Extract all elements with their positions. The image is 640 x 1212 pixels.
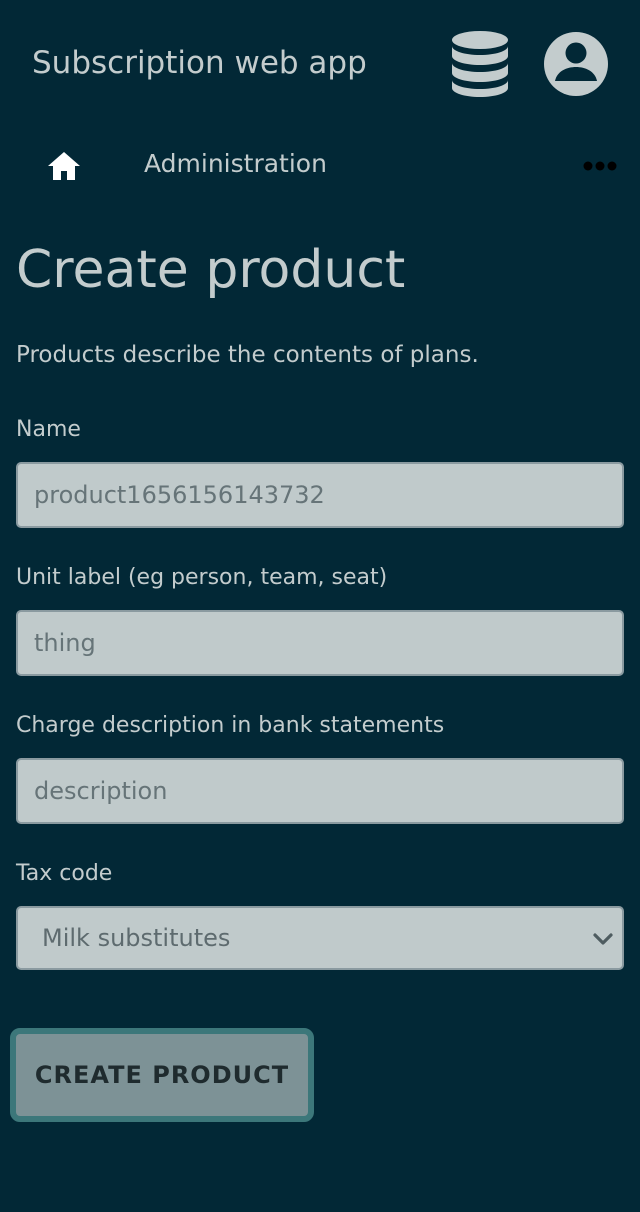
tax-code-selected-value: Milk substitutes bbox=[42, 924, 231, 952]
charge-description-input[interactable] bbox=[16, 758, 624, 824]
charge-description-label: Charge description in bank statements bbox=[16, 713, 445, 738]
account-circle-icon[interactable] bbox=[543, 31, 609, 97]
page-description: Products describe the contents of plans. bbox=[16, 342, 479, 368]
name-input[interactable] bbox=[16, 462, 624, 528]
create-product-button[interactable]: CREATE PRODUCT bbox=[10, 1028, 314, 1122]
home-icon[interactable] bbox=[47, 150, 81, 182]
chevron-down-icon bbox=[593, 933, 613, 945]
app-title: Subscription web app bbox=[32, 45, 367, 81]
tax-code-select[interactable]: Milk substitutes bbox=[16, 906, 624, 970]
page-title: Create product bbox=[16, 240, 406, 300]
database-icon[interactable] bbox=[450, 30, 510, 98]
breadcrumb-administration[interactable]: Administration bbox=[144, 148, 327, 180]
tax-code-label: Tax code bbox=[16, 861, 113, 886]
name-label: Name bbox=[16, 417, 81, 442]
unit-label-input[interactable] bbox=[16, 610, 624, 676]
unit-label-label: Unit label (eg person, team, seat) bbox=[16, 565, 388, 590]
more-horizontal-icon[interactable] bbox=[582, 157, 618, 175]
